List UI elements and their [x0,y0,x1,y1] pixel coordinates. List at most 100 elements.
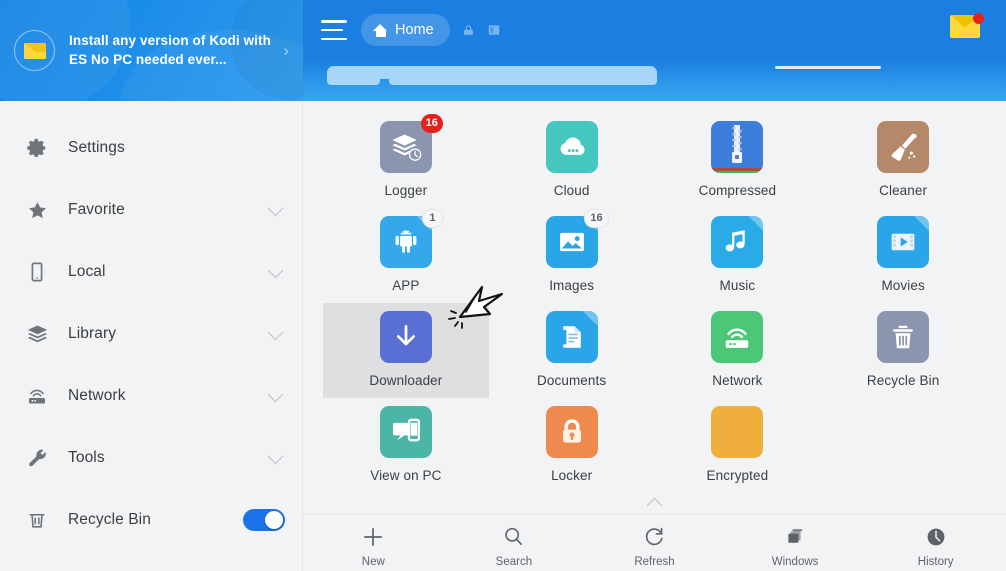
mail-badge-dot [973,13,984,24]
router-icon [711,311,764,363]
grid-item-label: Recycle Bin [866,373,940,388]
sidebar-item-settings[interactable]: Settings [0,117,303,179]
toolbar-refresh[interactable]: Refresh [584,524,725,568]
grid-item-label: APP [392,278,420,293]
sidebar-item-label: Tools [68,449,105,466]
toolbar-windows[interactable]: Windows [725,524,866,568]
window-icon[interactable] [487,23,501,37]
chevron-down-icon[interactable] [267,200,284,217]
sidebar: Install any version of Kodi with ES No P… [0,0,303,571]
keyhole-icon [711,406,764,458]
trash-icon [877,311,930,363]
sidebar-item-recycle-bin[interactable]: Recycle Bin [0,489,303,551]
grid-item-label: Logger [384,183,428,198]
grid-item-label: Network [712,373,763,388]
toolbar-new[interactable]: New [303,524,444,568]
mail-icon[interactable] [950,13,984,45]
recycle-bin-toggle[interactable] [243,509,285,531]
movie-icon [877,216,930,268]
document-icon [545,311,598,363]
toolbar-label: New [361,555,385,568]
banner-shape-4 [775,66,881,69]
badge-count: 1 [421,209,443,228]
grid-item-label: Cloud [553,183,590,198]
promo-banner[interactable]: Install any version of Kodi with ES No P… [0,0,303,101]
grid-item-music[interactable]: Music [655,208,821,303]
sidebar-item-tools[interactable]: Tools [0,427,303,489]
chevron-right-icon[interactable]: › [283,41,289,61]
grid-item-logger[interactable]: 16 Logger [323,113,489,208]
sidebar-item-label: Network [68,387,126,404]
breadcrumb-label: Home [395,22,434,38]
hamburger-icon[interactable] [321,20,347,40]
windows-icon [783,524,807,550]
sidebar-item-label: Library [68,325,117,342]
grid-item-documents[interactable]: Documents [489,303,655,398]
padlock-icon [545,406,598,458]
lock-icon[interactable] [461,23,476,38]
es-file-explorer-window: Install any version of Kodi with ES No P… [0,0,1006,571]
view-on-pc-icon [379,406,432,458]
chevron-down-icon[interactable] [267,448,284,465]
banner-shape-3 [389,77,657,85]
grid-item-view-on-pc[interactable]: View on PC [323,398,489,493]
caret-up-icon [646,497,663,514]
sidebar-item-label: Recycle Bin [68,511,151,528]
grid-item-label: Documents [537,373,607,388]
bottom-toolbar: New Search Refresh Windows History [303,515,1006,571]
cloud-icon [545,121,598,173]
grid-item-label: Locker [551,468,593,483]
grid-item-encrypted[interactable]: Encrypted [655,398,821,493]
sidebar-item-label: Favorite [68,201,125,218]
router-icon [22,385,52,407]
collapse-toolbar-button[interactable] [303,493,1006,515]
promo-text: Install any version of Kodi with ES No P… [69,33,271,67]
layers-icon [22,323,52,346]
plus-icon [361,524,385,550]
top-bar: Home [303,0,1006,60]
zip-icon [711,121,764,173]
chevron-down-icon[interactable] [267,324,284,341]
grid-item-label: Cleaner [879,183,928,198]
sidebar-item-label: Local [68,263,106,280]
grid-item-recycle-bin[interactable]: Recycle Bin [820,303,986,398]
grid-item-network[interactable]: Network [655,303,821,398]
grid-item-label: Compressed [698,183,777,198]
toolbar-label: Refresh [634,555,675,568]
trash-icon [22,509,52,531]
breadcrumb-home[interactable]: Home [361,14,450,46]
grid-item-label: Images [549,278,595,293]
grid-item-downloader[interactable]: Downloader [323,303,489,398]
chevron-down-icon[interactable] [267,386,284,403]
grid-item-movies[interactable]: Movies [820,208,986,303]
toolbar-history[interactable]: History [865,524,1006,568]
broom-icon [877,121,930,173]
sidebar-item-network[interactable]: Network [0,365,303,427]
main-panel: Home 16 Logger Cloud Compressed Cleaner … [303,0,1006,571]
grid-item-cleaner[interactable]: Cleaner [820,113,986,208]
chevron-down-icon[interactable] [267,262,284,279]
grid-item-label: Encrypted [706,468,769,483]
download-icon [379,311,432,363]
star-icon [22,199,52,222]
banner-shape-2 [327,77,380,85]
grid-item-label: View on PC [370,468,442,483]
grid-item-locker[interactable]: Locker [489,398,655,493]
sidebar-item-library[interactable]: Library [0,303,303,365]
music-icon [711,216,764,268]
badge-count: 16 [420,114,443,133]
toolbar-label: Search [495,555,533,568]
clock-icon [924,524,948,550]
grid-item-images[interactable]: 16 Images [489,208,655,303]
sidebar-item-local[interactable]: Local [0,241,303,303]
grid-item-cloud[interactable]: Cloud [489,113,655,208]
phone-icon [22,261,52,283]
toolbar-label: History [917,555,954,568]
sidebar-item-favorite[interactable]: Favorite [0,179,303,241]
sidebar-item-label: Settings [68,139,125,156]
grid-item-app[interactable]: 1 APP [323,208,489,303]
toolbar-search[interactable]: Search [444,524,585,568]
banner-strip [303,60,1006,101]
grid-item-compressed[interactable]: Compressed [655,113,821,208]
refresh-icon [643,524,666,550]
